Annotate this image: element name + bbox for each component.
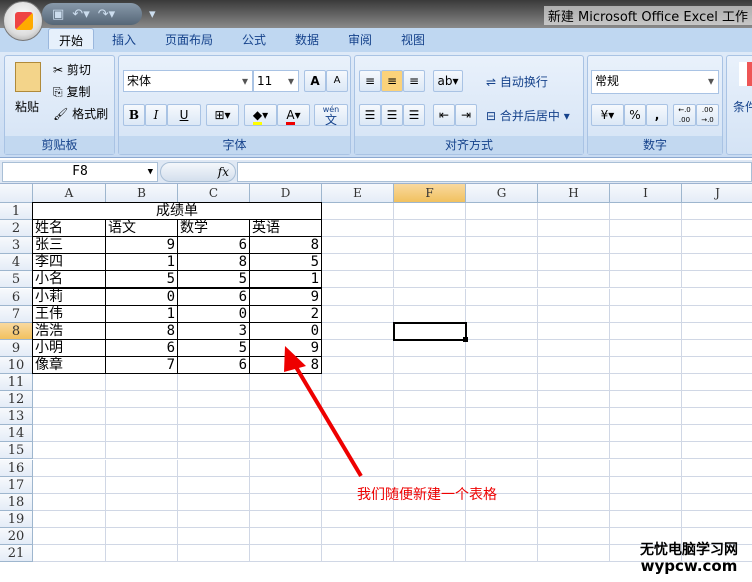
arrow-head-icon bbox=[284, 346, 306, 372]
arrow-shaft bbox=[291, 360, 363, 478]
watermark-line1: 无忧电脑学习网 bbox=[640, 542, 738, 558]
office-logo-icon bbox=[15, 12, 33, 30]
annotation-text: 我们随便新建一个表格 bbox=[357, 487, 497, 503]
office-button[interactable] bbox=[3, 1, 43, 41]
watermark-line2: wypcw.com bbox=[640, 557, 738, 575]
watermark: 无忧电脑学习网 wypcw.com bbox=[640, 542, 738, 574]
